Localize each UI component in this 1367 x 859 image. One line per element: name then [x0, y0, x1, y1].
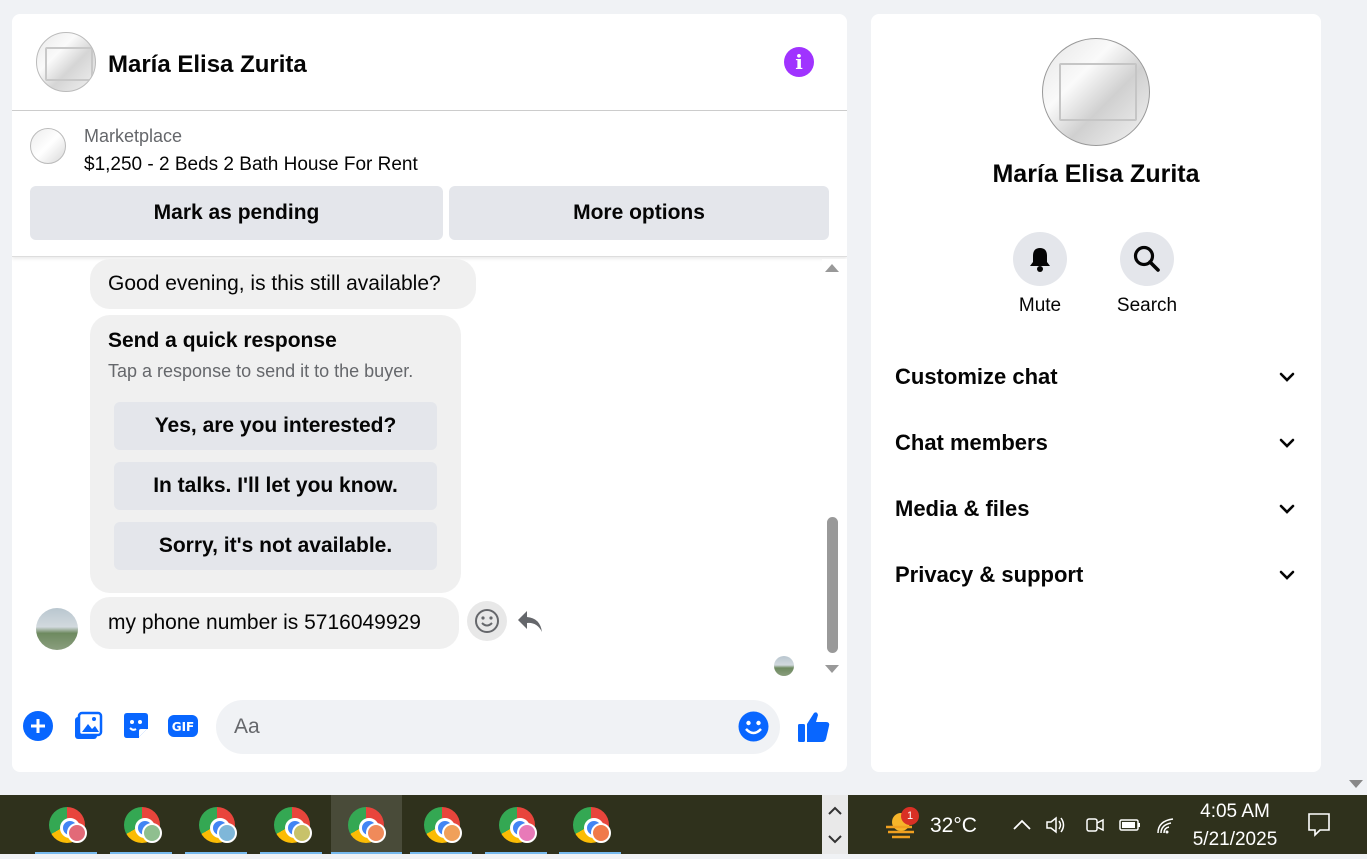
section-privacy-support[interactable]: Privacy & support — [895, 555, 1299, 595]
chevron-updown-icon[interactable] — [822, 795, 848, 854]
temperature[interactable]: 32°C — [930, 814, 977, 838]
photo-icon[interactable] — [72, 710, 104, 742]
quick-response-subtitle: Tap a response to send it to the buyer. — [108, 361, 414, 381]
taskbar-chrome-app[interactable] — [485, 795, 547, 854]
details-panel: María Elisa Zurita Mute Search Customize… — [871, 14, 1321, 772]
section-label: Chat members — [895, 430, 1048, 455]
profile-icon — [591, 823, 611, 843]
svg-text:GIF: GIF — [172, 720, 195, 734]
quick-response-title: Send a quick response — [108, 329, 337, 352]
section-media-files[interactable]: Media & files — [895, 489, 1299, 529]
system-tray: 1 32°C 4:05 AM 5/21/2025 — [848, 795, 1367, 854]
search-button[interactable]: Search — [1102, 232, 1192, 317]
quick-response-option[interactable]: Yes, are you interested? — [114, 402, 437, 450]
chevron-down-icon — [1279, 372, 1295, 382]
chevron-down-icon — [1279, 504, 1295, 514]
notification-center-icon[interactable] — [1306, 811, 1332, 837]
seen-receipt-avatar — [774, 656, 794, 676]
mute-button[interactable]: Mute — [995, 232, 1085, 317]
chat-header: María Elisa Zurita i — [12, 14, 847, 111]
emoji-icon[interactable] — [737, 710, 770, 743]
taskbar-chrome-app[interactable] — [559, 795, 621, 854]
message-bubble[interactable]: my phone number is 5716049929 — [90, 597, 459, 649]
chevron-up-icon[interactable] — [1011, 815, 1033, 835]
search-icon[interactable] — [1120, 232, 1174, 286]
chevron-down-icon — [1279, 570, 1295, 580]
page-scroll-down-arrow[interactable] — [1349, 780, 1363, 788]
clock-time[interactable]: 4:05 AM — [1185, 801, 1285, 823]
reply-icon[interactable] — [515, 608, 545, 636]
profile-icon — [217, 823, 237, 843]
taskbar-chrome-app-active[interactable] — [331, 795, 402, 854]
search-label: Search — [1116, 295, 1178, 316]
message-list: Good evening, is this still available? S… — [12, 259, 847, 684]
quick-response-option[interactable]: In talks. I'll let you know. — [114, 462, 437, 510]
message-bubble[interactable]: Good evening, is this still available? — [90, 259, 476, 309]
section-label: Media & files — [895, 496, 1030, 521]
profile-icon — [67, 823, 87, 843]
contact-avatar[interactable] — [36, 32, 96, 92]
section-chat-members[interactable]: Chat members — [895, 423, 1299, 463]
bell-icon[interactable] — [1013, 232, 1067, 286]
listing-source: Marketplace — [84, 126, 183, 146]
profile-avatar[interactable] — [1042, 38, 1150, 146]
info-icon[interactable]: i — [784, 47, 814, 77]
taskbar: 1 32°C 4:05 AM 5/21/2025 — [0, 795, 1367, 854]
sticker-icon[interactable] — [120, 710, 152, 742]
taskbar-chrome-app[interactable] — [260, 795, 322, 854]
section-customize-chat[interactable]: Customize chat — [895, 357, 1299, 397]
quick-response-card: Send a quick response Tap a response to … — [90, 315, 461, 593]
profile-icon — [517, 823, 537, 843]
mute-label: Mute — [1018, 295, 1062, 316]
taskbar-chrome-app[interactable] — [110, 795, 172, 854]
more-options-button[interactable]: More options — [449, 186, 829, 240]
sender-avatar[interactable] — [36, 608, 78, 650]
battery-icon[interactable] — [1119, 815, 1141, 835]
clock-date[interactable]: 5/21/2025 — [1185, 829, 1285, 851]
composer: GIF — [12, 694, 847, 772]
react-icon[interactable] — [467, 601, 507, 641]
listing-banner: Marketplace $1,250 - 2 Beds 2 Bath House… — [12, 111, 847, 257]
contact-name[interactable]: María Elisa Zurita — [108, 51, 307, 79]
taskbar-chrome-app[interactable] — [185, 795, 247, 854]
profile-icon — [442, 823, 462, 843]
message-scrollbar[interactable] — [822, 259, 847, 681]
volume-icon[interactable] — [1045, 815, 1067, 835]
notification-badge: 1 — [901, 807, 919, 825]
meet-icon[interactable] — [1084, 815, 1106, 835]
thumbs-up-icon[interactable] — [796, 709, 832, 745]
listing-title[interactable]: $1,250 - 2 Beds 2 Bath House For Rent — [84, 154, 418, 176]
scrollbar-thumb[interactable] — [827, 517, 838, 653]
plus-icon[interactable] — [22, 710, 54, 742]
profile-icon — [292, 823, 312, 843]
section-label: Customize chat — [895, 364, 1058, 389]
scroll-down-arrow[interactable] — [825, 665, 839, 673]
chat-panel: María Elisa Zurita i Marketplace $1,250 … — [12, 14, 847, 772]
chevron-down-icon — [1279, 438, 1295, 448]
quick-response-option[interactable]: Sorry, it's not available. — [114, 522, 437, 570]
profile-name[interactable]: María Elisa Zurita — [871, 160, 1321, 189]
scroll-up-arrow[interactable] — [825, 264, 839, 272]
profile-icon — [142, 823, 162, 843]
section-label: Privacy & support — [895, 562, 1084, 587]
taskbar-chrome-app[interactable] — [35, 795, 97, 854]
taskbar-scroll[interactable] — [822, 795, 848, 854]
listing-thumbnail[interactable] — [30, 128, 66, 164]
wifi-icon[interactable] — [1156, 815, 1178, 835]
profile-icon — [366, 823, 386, 843]
message-input[interactable] — [216, 700, 780, 754]
taskbar-chrome-app[interactable] — [410, 795, 472, 854]
mark-pending-button[interactable]: Mark as pending — [30, 186, 443, 240]
gif-icon[interactable]: GIF — [167, 710, 199, 742]
